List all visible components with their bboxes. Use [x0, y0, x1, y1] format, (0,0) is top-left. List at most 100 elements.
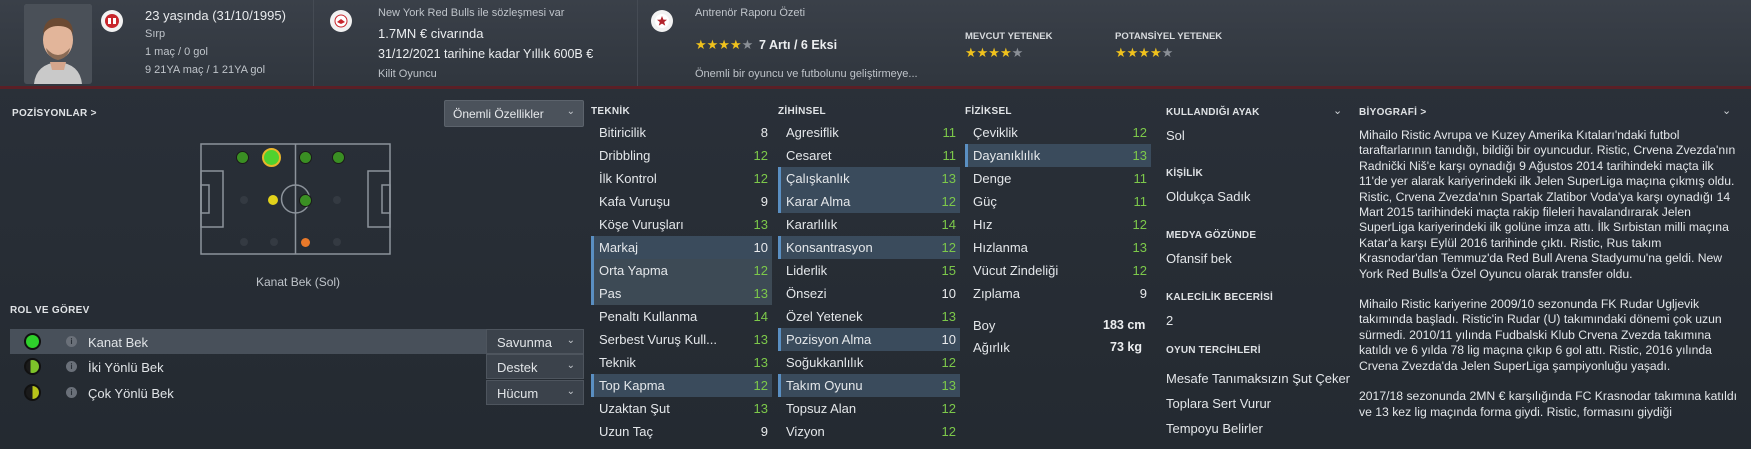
info-icon[interactable]: i [66, 336, 77, 347]
attribute-value: 13 [753, 217, 768, 232]
attribute-row[interactable]: Karar Alma 12 [778, 190, 960, 213]
attribute-row[interactable]: Serbest Vuruş Kull... 13 [591, 328, 772, 351]
role-name: Kanat Bek [88, 335, 148, 350]
potential-ability-stars: ★★★★★ [1115, 45, 1174, 60]
attribute-row[interactable]: Vücut Zindeliği 12 [965, 259, 1151, 282]
attribute-label: Kafa Vuruşu [599, 194, 671, 209]
role-row[interactable]: i İki Yönlü Bek Destek ⌄ [10, 354, 584, 379]
goalkeeping-label: KALECİLİK BECERİSİ [1166, 292, 1273, 303]
attribute-label: Top Kapma [599, 378, 665, 393]
attribute-row[interactable]: Kararlılık 14 [778, 213, 960, 236]
attribute-label: Denge [973, 171, 1012, 186]
attributes-view-dropdown[interactable]: Önemli Özellikler ⌄ [444, 100, 584, 127]
role-suitability-icon [24, 333, 41, 350]
chevron-down-icon: ⌄ [566, 106, 575, 117]
attribute-row[interactable]: Liderlik 15 [778, 259, 960, 282]
chevron-down-icon[interactable]: ⌄ [1722, 104, 1731, 117]
player-trait: Mesafe Tanımaksızın Şut Çeker [1166, 371, 1351, 386]
attribute-row[interactable]: Pas 13 [591, 282, 772, 305]
attribute-label: Bitiricilik [599, 125, 646, 140]
attribute-row[interactable]: Güç 11 [965, 190, 1151, 213]
attribute-row[interactable]: Penaltı Kullanma 14 [591, 305, 772, 328]
attribute-row[interactable]: Özel Yetenek 13 [778, 305, 960, 328]
attribute-label: Agresiflik [786, 125, 839, 140]
attribute-label: Güç [973, 194, 997, 209]
attribute-row[interactable]: Markaj 10 [591, 236, 772, 259]
biography-title[interactable]: BİYOGRAFİ > [1359, 107, 1427, 118]
header-divider-1 [0, 0, 314, 86]
attribute-label: Hız [973, 217, 993, 232]
attribute-label: Özel Yetenek [786, 309, 863, 324]
report-summary[interactable]: 7 Artı / 6 Eksi [759, 38, 837, 52]
attribute-row[interactable]: Denge 11 [965, 167, 1151, 190]
attribute-row[interactable]: Çeviklik 12 [965, 121, 1151, 144]
duty-dropdown[interactable]: Savunma ⌄ [486, 329, 584, 354]
report-title: Antrenör Raporu Özeti [695, 7, 806, 19]
position-dot-dl[interactable] [236, 151, 249, 164]
attribute-row[interactable]: Zıplama 9 [965, 282, 1151, 305]
attribute-value: 10 [941, 286, 956, 301]
attribute-value: 14 [941, 217, 956, 232]
duty-dropdown[interactable]: Hücum ⌄ [486, 380, 584, 405]
attribute-label: Liderlik [786, 263, 828, 278]
positions-title[interactable]: POZİSYONLAR > [12, 108, 97, 119]
attribute-row[interactable]: Teknik 13 [591, 351, 772, 374]
attribute-row[interactable]: Agresiflik 11 [778, 121, 960, 144]
attribute-value: 12 [753, 263, 768, 278]
attribute-row[interactable]: Top Kapma 12 [591, 374, 772, 397]
attribute-row[interactable]: Uzaktan Şut 13 [591, 397, 772, 420]
attribute-label: Uzun Taç [599, 424, 653, 439]
attribute-row[interactable]: Hız 12 [965, 213, 1151, 236]
attribute-row[interactable]: Çalışkanlık 13 [778, 167, 960, 190]
attribute-label: Teknik [599, 355, 636, 370]
preferred-foot-label: KULLANDIĞI AYAK [1166, 107, 1260, 118]
position-dot-dc[interactable] [299, 151, 312, 164]
attribute-row[interactable]: İlk Kontrol 12 [591, 167, 772, 190]
biography-paragraph: 2017/18 sezonunda 2MN € karşılığında FC … [1359, 389, 1738, 419]
attribute-label: Pas [599, 286, 622, 301]
attribute-row[interactable]: Dribbling 12 [591, 144, 772, 167]
attribute-row[interactable]: Önsezi 10 [778, 282, 960, 305]
attribute-row[interactable]: Uzun Taç 9 [591, 420, 772, 443]
attribute-row[interactable]: Soğukkanlılık 12 [778, 351, 960, 374]
duty-dropdown[interactable]: Destek ⌄ [486, 354, 584, 379]
attribute-row[interactable]: Bitiricilik 8 [591, 121, 772, 144]
position-dot-wbl[interactable] [262, 148, 281, 167]
info-icon[interactable]: i [66, 387, 77, 398]
attribute-value: 12 [753, 378, 768, 393]
position-dot-amc[interactable] [301, 238, 310, 247]
preferred-foot-value: Sol [1166, 128, 1185, 143]
attribute-row[interactable]: Topsuz Alan 12 [778, 397, 960, 420]
attribute-label: İlk Kontrol [599, 171, 657, 186]
mental-title: ZİHİNSEL [778, 106, 826, 117]
attribute-row[interactable]: Kafa Vuruşu 9 [591, 190, 772, 213]
attribute-label: Markaj [599, 240, 639, 255]
position-dot-dr[interactable] [332, 151, 345, 164]
attribute-row[interactable]: Cesaret 11 [778, 144, 960, 167]
attribute-row[interactable]: Dayanıklılık 13 [965, 144, 1151, 167]
attribute-row[interactable]: Pozisyon Alma 10 [778, 328, 960, 351]
attribute-value: 13 [753, 355, 768, 370]
goalkeeping-value: 2 [1166, 313, 1174, 328]
position-dot-empty [240, 196, 248, 204]
biography-paragraph: Mihailo Ristic kariyerine 2009/10 sezonu… [1359, 297, 1722, 373]
role-row[interactable]: i Kanat Bek Savunma ⌄ [10, 329, 584, 354]
role-suitability-icon [24, 384, 41, 401]
technical-attributes: Bitiricilik 8 Dribbling 12 İlk Kontrol 12 Kafa… [591, 121, 772, 443]
role-row[interactable]: i Çok Yönlü Bek Hücum ⌄ [10, 380, 584, 405]
attribute-row[interactable]: Köşe Vuruşları 13 [591, 213, 772, 236]
attribute-row[interactable]: Takım Oyunu 13 [778, 374, 960, 397]
position-dot-mc[interactable] [299, 194, 312, 207]
position-dot-ml[interactable] [268, 195, 278, 205]
attribute-label: Topsuz Alan [786, 401, 857, 416]
info-icon[interactable]: i [66, 361, 77, 372]
attribute-row[interactable]: Vizyon 12 [778, 420, 960, 443]
attribute-label: Uzaktan Şut [599, 401, 670, 416]
attribute-row[interactable]: Konsantrasyon 12 [778, 236, 960, 259]
personality-label: KİŞİLİK [1166, 168, 1203, 179]
attribute-row[interactable]: Orta Yapma 12 [591, 259, 772, 282]
attribute-label: Orta Yapma [599, 263, 668, 278]
attribute-row[interactable]: Hızlanma 13 [965, 236, 1151, 259]
attribute-value: 12 [941, 401, 956, 416]
chevron-down-icon[interactable]: ⌄ [1333, 104, 1342, 117]
